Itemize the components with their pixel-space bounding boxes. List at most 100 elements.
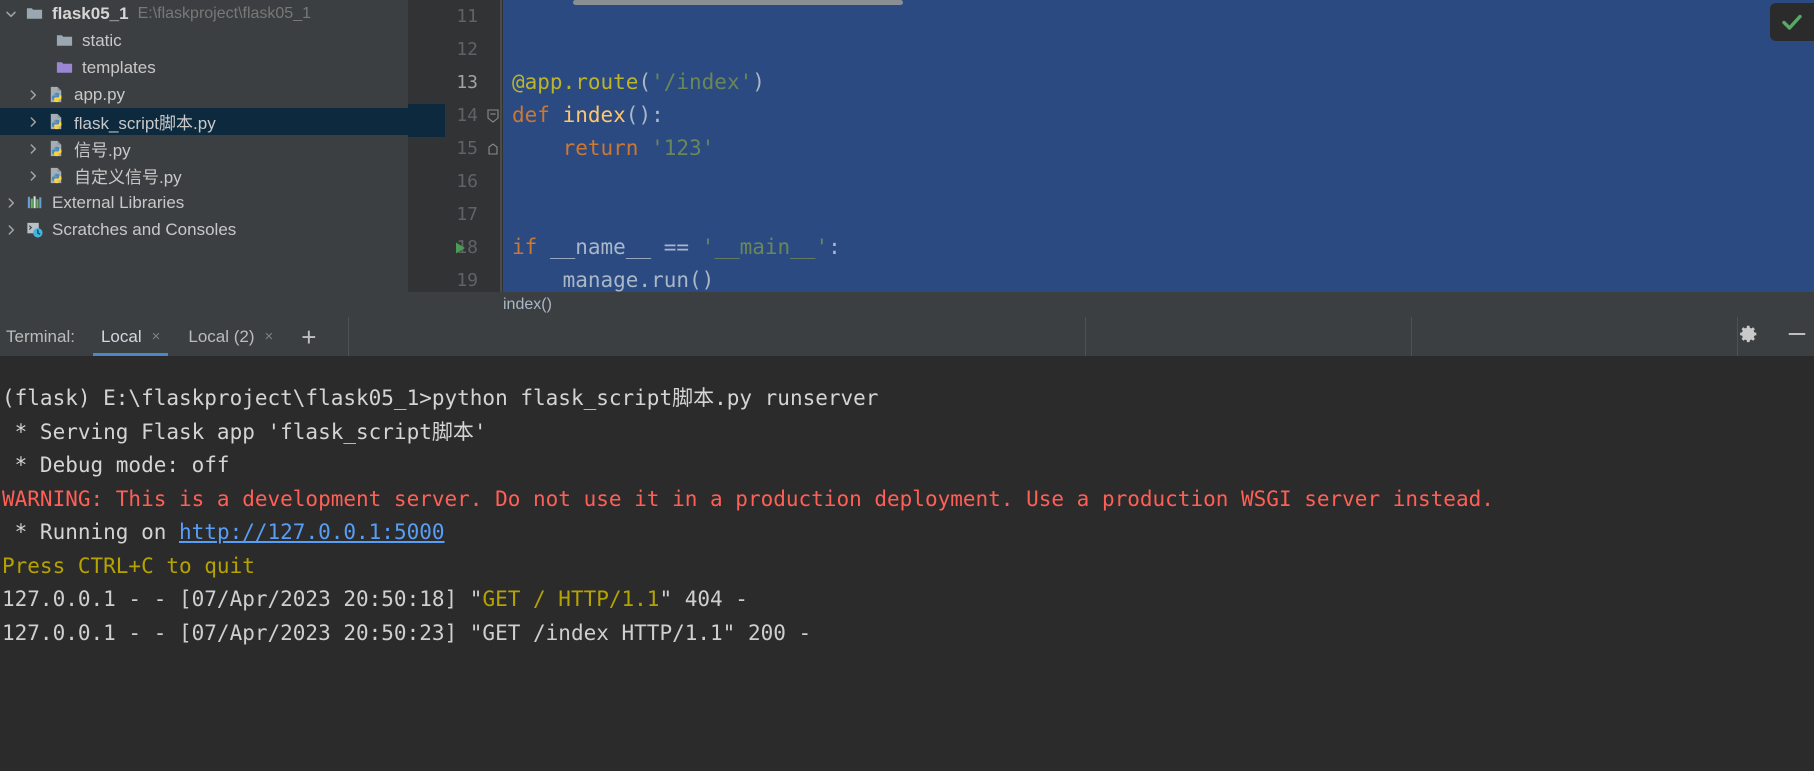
terminal-tab-label: Local	[100, 326, 142, 346]
minimize-icon[interactable]	[1786, 323, 1808, 350]
terminal-toolbar: Terminal: Local × Local (2) × +	[0, 317, 1814, 356]
tree-item-flask05-1[interactable]: flask05_1 E:\flaskproject\flask05_1	[0, 0, 408, 27]
gear-icon[interactable]	[1738, 323, 1760, 350]
code-token: __name__	[549, 235, 664, 259]
line-number: 15	[456, 138, 478, 159]
chevron-right-icon[interactable]	[22, 143, 44, 155]
project-tree-panel[interactable]: flask05_1 E:\flaskproject\flask05_1static…	[0, 0, 408, 317]
terminal-tab-label: Local (2)	[188, 326, 255, 346]
code-token: (	[638, 70, 652, 94]
terminal-line-debug-mode: * Debug mode: off	[0, 449, 1814, 483]
terminal-output-panel[interactable]: (flask) E:\flaskproject\flask05_1>python…	[0, 356, 1814, 771]
tree-item-label: app.py	[74, 84, 126, 104]
terminal-text: * Serving Flask app 'flask_script脚本'	[2, 419, 487, 444]
pycharm-window: flask05_1 E:\flaskproject\flask05_1static…	[0, 0, 1814, 771]
tree-item-label: Scratches and Consoles	[52, 219, 237, 239]
chevron-right-icon[interactable]	[22, 170, 44, 182]
code-line[interactable]: @app.route('/index')	[503, 66, 1814, 99]
code-token: manage.run()	[512, 268, 715, 292]
code-line[interactable]: if __name__ == '__main__':	[503, 231, 1814, 264]
tree-item-flask-script-py[interactable]: flask_script脚本.py	[0, 108, 408, 135]
tree-item-label: External Libraries	[52, 192, 185, 212]
terminal-divider-1	[348, 317, 350, 356]
terminal-text: Press CTRL+C to quit	[2, 553, 255, 578]
line-number: 12	[456, 39, 478, 60]
add-terminal-button[interactable]: +	[287, 319, 330, 355]
chevron-right-icon[interactable]	[0, 197, 22, 209]
libraries-icon	[22, 193, 46, 212]
checkmark-ok-icon[interactable]	[1770, 3, 1814, 41]
code-line[interactable]	[503, 33, 1814, 66]
tree-item-templates[interactable]: templates	[0, 54, 408, 81]
code-line-text: def index():	[503, 99, 664, 132]
code-token: '/index'	[651, 70, 753, 94]
terminal-url-link[interactable]: http://127.0.0.1:5000	[179, 520, 445, 544]
code-token: index	[562, 103, 626, 127]
tree-item-scratches-and-consoles[interactable]: Scratches and Consoles	[0, 216, 408, 243]
python-file-icon	[44, 139, 68, 158]
tree-item-label: flask05_1	[52, 3, 129, 23]
code-line[interactable]: return '123'	[503, 132, 1814, 165]
tree-item-label: templates	[82, 57, 156, 77]
line-number: 13	[456, 72, 478, 93]
terminal-line-log-200: 127.0.0.1 - - [07/Apr/2023 20:50:23] "GE…	[0, 617, 1814, 651]
tree-item-zidingyi-xinhao-py[interactable]: 自定义信号.py	[0, 162, 408, 189]
code-line[interactable]	[503, 165, 1814, 198]
terminal-text: (flask) E:\flaskproject\flask05_1>python…	[2, 386, 879, 410]
chevron-down-icon[interactable]	[0, 8, 22, 20]
breadcrumb-label: index()	[503, 295, 552, 313]
folder-icon	[52, 31, 76, 50]
python-file-icon	[44, 166, 68, 185]
code-editor-panel[interactable]: @app.route('/index') def index(): return …	[408, 0, 1814, 317]
terminal-line-log-404: 127.0.0.1 - - [07/Apr/2023 20:50:18] "GE…	[0, 583, 1814, 617]
fold-collapse-icon[interactable]	[486, 99, 500, 132]
terminal-label: Terminal:	[6, 327, 75, 346]
terminal-line-press-ctrl-c: Press CTRL+C to quit	[0, 550, 1814, 584]
code-line[interactable]: def index():	[503, 99, 1814, 132]
terminal-divider-3	[1411, 317, 1412, 356]
terminal-tab-local-2[interactable]: Local (2) ×	[174, 317, 287, 356]
tree-item-xinhao-py[interactable]: 信号.py	[0, 135, 408, 162]
editor-breadcrumb[interactable]: index()	[408, 292, 1814, 317]
tree-item-app-py[interactable]: app.py	[0, 81, 408, 108]
folder-purple-icon	[52, 58, 76, 77]
code-line[interactable]	[503, 198, 1814, 231]
tree-item-static[interactable]: static	[0, 27, 408, 54]
code-token: return	[562, 136, 652, 160]
terminal-text: 127.0.0.1 - - [07/Apr/2023 20:50:23] "GE…	[2, 620, 812, 645]
code-token: @app.route	[512, 70, 639, 94]
code-selection-area[interactable]: @app.route('/index') def index(): return …	[503, 0, 1814, 292]
folder-icon	[22, 4, 46, 23]
code-token: if	[512, 235, 550, 259]
close-icon[interactable]: ×	[152, 328, 161, 345]
code-line-text: if __name__ == '__main__':	[503, 231, 841, 264]
tree-item-path: E:\flaskproject\flask05_1	[137, 4, 311, 22]
close-icon[interactable]: ×	[265, 328, 274, 345]
terminal-text: WARNING: This is a development server. D…	[2, 486, 1494, 511]
horizontal-scrollbar[interactable]	[573, 0, 903, 5]
fold-end-icon	[486, 132, 500, 165]
terminal-line-command: (flask) E:\flaskproject\flask05_1>python…	[0, 382, 1814, 416]
line-number: 14	[456, 105, 478, 126]
terminal-text: " 404 -	[659, 587, 748, 611]
terminal-line-running-on: * Running on http://127.0.0.1:5000	[0, 516, 1814, 550]
code-token: ():	[625, 103, 664, 127]
gutter-divider	[500, 0, 502, 292]
chevron-right-icon[interactable]	[22, 89, 44, 101]
terminal-tab-list: Local × Local (2) ×	[87, 317, 287, 356]
terminal-toolbar-icons	[1738, 323, 1814, 350]
line-number: 16	[456, 171, 478, 192]
terminal-divider-2	[1085, 317, 1086, 356]
terminal-tab-local[interactable]: Local ×	[87, 317, 174, 356]
line-number: 11	[456, 6, 478, 27]
code-token: def	[512, 103, 563, 127]
chevron-right-icon[interactable]	[0, 224, 22, 236]
terminal-text: 127.0.0.1 - - [07/Apr/2023 20:50:18] "	[2, 587, 483, 611]
run-gutter-icon[interactable]	[450, 231, 470, 264]
chevron-right-icon[interactable]	[22, 116, 44, 128]
tree-item-external-libraries[interactable]: External Libraries	[0, 189, 408, 216]
code-token: ==	[663, 235, 702, 259]
code-token: '123'	[651, 136, 715, 160]
code-line-text: return '123'	[503, 132, 715, 165]
